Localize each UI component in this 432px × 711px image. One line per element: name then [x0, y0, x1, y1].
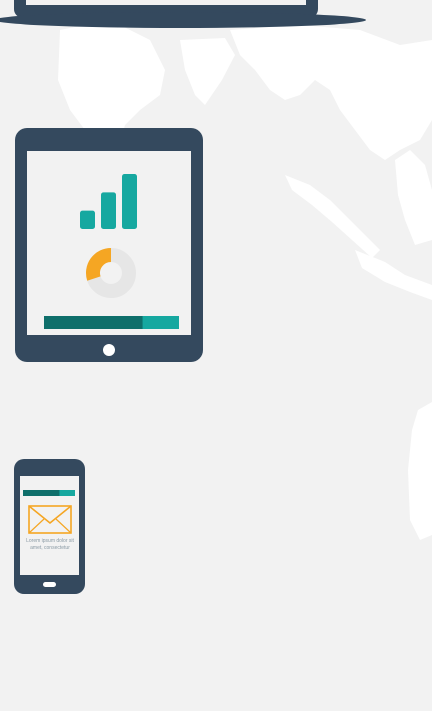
bar-2	[101, 192, 116, 229]
phone-body-text: Lorem ipsum dolor sit amet, consectetur	[26, 538, 74, 551]
tablet-progress-bar	[44, 316, 179, 329]
tablet-progress-fill	[44, 316, 143, 329]
tablet-icon	[15, 128, 203, 362]
phone-home-button	[43, 582, 56, 587]
smartphone-icon	[14, 459, 85, 594]
phone-progress-bar	[23, 490, 75, 496]
bar-1	[80, 210, 95, 229]
laptop-screen	[26, 0, 306, 5]
tablet-screen	[27, 151, 191, 335]
illustration-canvas: Lorem ipsum dolor sit amet, consectetur	[0, 0, 432, 711]
bar-3	[122, 174, 137, 229]
device-illustration	[0, 0, 366, 594]
phone-progress-fill	[23, 490, 60, 496]
laptop-icon	[0, 0, 366, 28]
tablet-home-button	[103, 344, 115, 356]
laptop-base	[0, 12, 366, 28]
